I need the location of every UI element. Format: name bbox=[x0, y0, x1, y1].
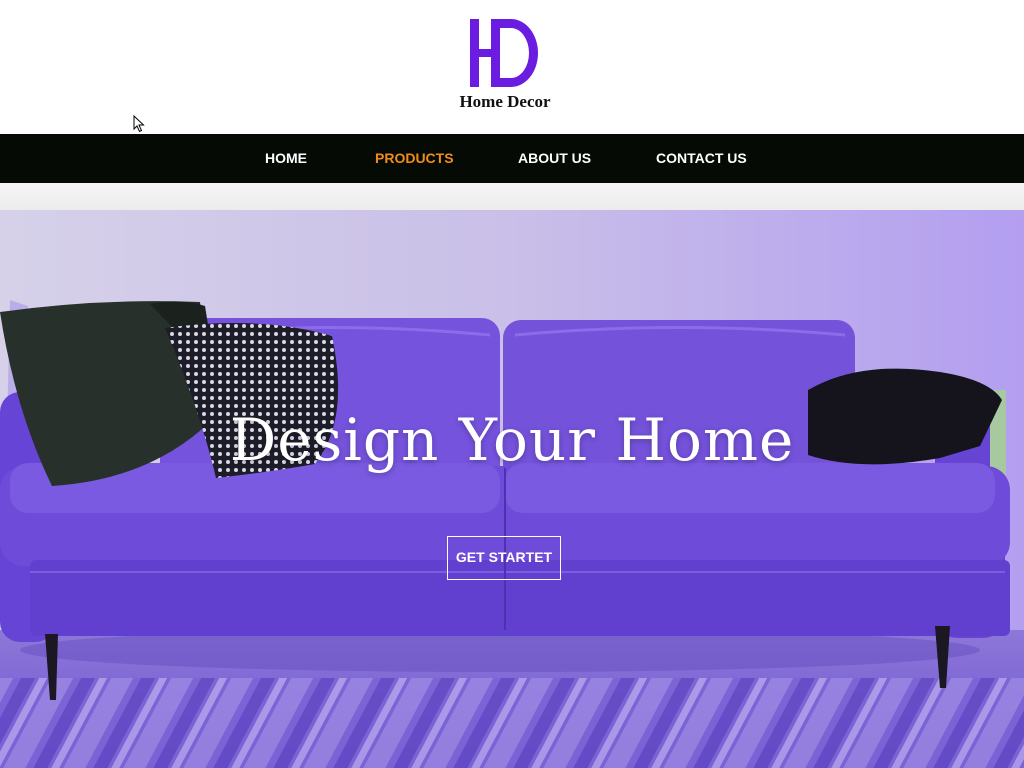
get-started-button[interactable]: GET STARTET bbox=[447, 536, 561, 580]
nav-contact-us-link[interactable]: CONTACT US bbox=[656, 134, 747, 183]
brand-logo[interactable]: Home Decor bbox=[449, 16, 561, 116]
main-navigation: HOME PRODUCTS ABOUT US CONTACT US bbox=[0, 134, 1024, 183]
nav-home-link[interactable]: HOME bbox=[265, 134, 307, 183]
hero-title: Design Your Home bbox=[229, 406, 795, 474]
hd-logo-icon bbox=[470, 19, 538, 87]
nav-about-us-link[interactable]: ABOUT US bbox=[518, 134, 591, 183]
nav-products-link[interactable]: PRODUCTS bbox=[375, 134, 454, 183]
hero-banner: Design Your Home GET STARTET bbox=[0, 210, 1024, 768]
site-header: Home Decor bbox=[0, 0, 1024, 134]
brand-name: Home Decor bbox=[459, 92, 551, 111]
purple-sofa-photo bbox=[0, 210, 1024, 768]
section-divider bbox=[0, 183, 1024, 210]
arrow-pointer-icon bbox=[133, 115, 145, 133]
